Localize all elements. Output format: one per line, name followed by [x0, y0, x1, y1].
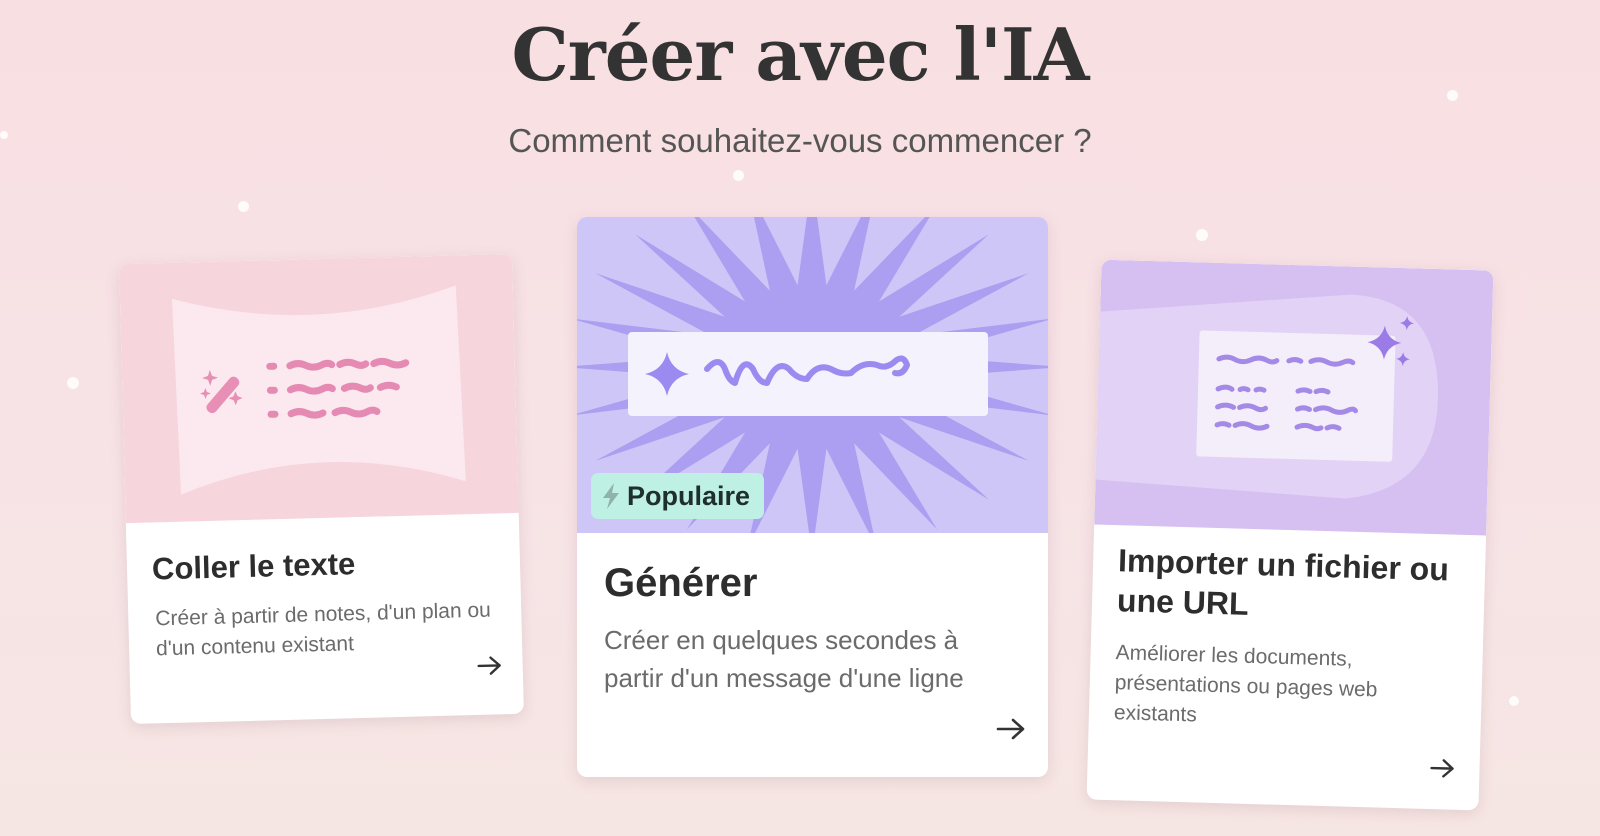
background-dot — [1509, 696, 1519, 706]
popular-badge-label: Populaire — [627, 480, 751, 511]
arrow-right-icon[interactable] — [476, 654, 503, 677]
paste-text-illustration — [119, 253, 519, 524]
paste-text-card[interactable]: Coller le texte Créer à partir de notes,… — [119, 253, 524, 725]
import-title: Importer un fichier ou une URL — [1116, 542, 1450, 622]
paste-text-title: Coller le texte — [151, 546, 356, 587]
popular-badge: Populaire — [591, 473, 765, 519]
generate-title: Générer — [604, 561, 758, 605]
import-card[interactable]: Importer un fichier ou une URL Améliorer… — [1086, 259, 1494, 811]
background-dot — [238, 201, 249, 212]
paste-text-description: Créer à partir de notes, d'un plan ou d'… — [155, 598, 492, 661]
lightning-icon — [603, 483, 619, 509]
import-description: Améliorer les documents, présentations o… — [1113, 641, 1378, 727]
background-dot — [1196, 229, 1208, 241]
arrow-right-icon[interactable] — [1429, 757, 1456, 780]
arrow-right-icon[interactable] — [996, 717, 1026, 741]
page-title: Créer avec l'IA — [511, 12, 1090, 97]
generate-description: Créer en quelques secondes à partir d'un… — [604, 625, 964, 693]
import-illustration — [1094, 259, 1494, 536]
background-dot — [67, 377, 79, 389]
page-subtitle: Comment souhaitez-vous commencer ? — [508, 122, 1092, 159]
generate-card[interactable]: Populaire Générer Créer en quelques seco… — [577, 217, 1048, 777]
background-dot — [733, 170, 744, 181]
